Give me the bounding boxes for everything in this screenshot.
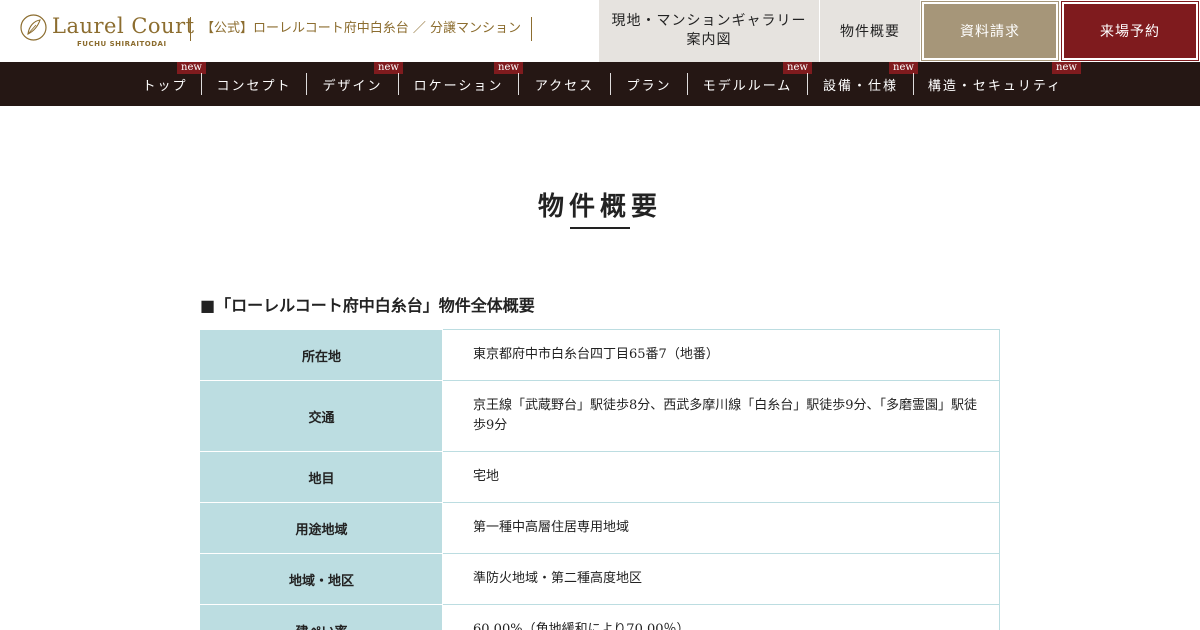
nav-item-concept[interactable]: コンセプト: [202, 62, 306, 106]
row-label: 所在地: [200, 329, 443, 381]
site-header: Laurel Court FUCHU SHIRAITODAI 【公式】ローレルコ…: [0, 0, 1200, 62]
logo-wordmark: Laurel Court: [52, 14, 195, 38]
row-label: 交通: [200, 380, 443, 452]
gallery-map-button[interactable]: 現地・マンションギャラリー 案内図: [599, 0, 819, 62]
nav-item-label: ロケーション: [413, 78, 504, 94]
table-row: 建ぺい率 60.00%（角地緩和により70.00％）: [200, 604, 1000, 630]
table-row: 用途地域 第一種中高層住居専用地域: [200, 502, 1000, 554]
row-label: 地域・地区: [200, 553, 443, 605]
gallery-map-line1: 現地・マンションギャラリー: [611, 13, 807, 29]
row-value: 第一種中高層住居専用地域: [442, 502, 1000, 554]
row-value: 京王線「武蔵野台」駅徒歩8分、西武多摩川線「白糸台」駅徒歩9分、「多磨霊園」駅徒…: [442, 380, 1000, 452]
nav-item-label: プラン: [626, 78, 672, 94]
gallery-map-label: 現地・マンションギャラリー 案内図: [612, 12, 807, 50]
row-value: 準防火地域・第二種高度地区: [442, 553, 1000, 605]
nav-item-label: アクセス: [534, 78, 595, 94]
nav-item-label: モデルルーム: [702, 78, 793, 94]
table-row: 所在地 東京都府中市白糸台四丁目65番7（地番）: [200, 329, 1000, 381]
row-label: 地目: [200, 451, 443, 503]
logo[interactable]: Laurel Court FUCHU SHIRAITODAI: [20, 12, 194, 52]
gallery-map-line2: 案内図: [686, 32, 732, 48]
section-heading: ■「ローレルコート府中白糸台」物件全体概要: [200, 296, 535, 315]
visit-reservation-button[interactable]: 来場予約: [1061, 1, 1199, 61]
table-row: 地目 宅地: [200, 451, 1000, 503]
overview-button[interactable]: 物件概要: [820, 0, 920, 62]
main-nav: トップ new コンセプト デザイン new ロケーション new アクセス プ…: [0, 62, 1200, 106]
row-value: 60.00%（角地緩和により70.00％）: [442, 604, 1000, 630]
title-underline: [570, 227, 630, 229]
request-docs-button[interactable]: 資料請求: [921, 1, 1059, 61]
nav-item-label: トップ: [142, 78, 188, 94]
row-value: 東京都府中市白糸台四丁目65番7（地番）: [442, 329, 1000, 381]
nav-item-plan[interactable]: プラン: [611, 62, 687, 106]
nav-item-label: 構造・セキュリティ: [927, 78, 1063, 94]
property-spec-table: 所在地 東京都府中市白糸台四丁目65番7（地番） 交通 京王線「武蔵野台」駅徒歩…: [200, 329, 1000, 630]
nav-item-label: 設備・仕様: [822, 78, 898, 94]
laurel-leaf-icon: [20, 14, 47, 41]
page-title: 物件概要: [537, 192, 662, 222]
nav-item-label: コンセプト: [216, 78, 292, 94]
row-label: 建ぺい率: [200, 604, 443, 630]
nav-item-access[interactable]: アクセス: [519, 62, 610, 106]
row-value: 宅地: [442, 451, 1000, 503]
nav-item-label: デザイン: [322, 78, 383, 94]
table-row: 交通 京王線「武蔵野台」駅徒歩8分、西武多摩川線「白糸台」駅徒歩9分、「多磨霊園…: [200, 380, 1000, 452]
site-tagline: 【公式】ローレルコート府中白糸台 ／ 分譲マンション: [190, 17, 533, 41]
table-row: 地域・地区 準防火地域・第二種高度地区: [200, 553, 1000, 605]
logo-subtitle: FUCHU SHIRAITODAI: [77, 40, 167, 48]
new-badge: new: [1052, 62, 1081, 74]
row-label: 用途地域: [200, 502, 443, 554]
